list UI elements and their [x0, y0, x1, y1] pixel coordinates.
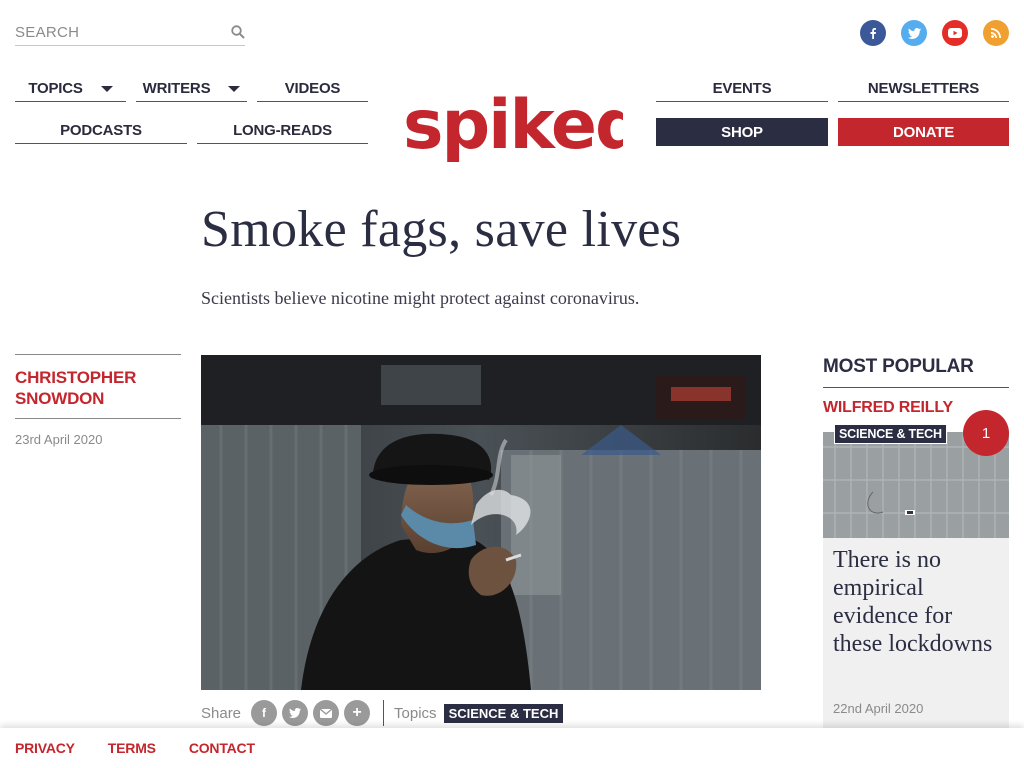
- chevron-down-icon: [228, 85, 241, 92]
- plus-icon[interactable]: +: [344, 700, 371, 726]
- share-label: Share: [201, 704, 242, 722]
- nav-topics-label: TOPICS: [28, 80, 83, 97]
- nav-newsletters[interactable]: NEWSLETTERS: [838, 76, 1009, 102]
- shop-button[interactable]: SHOP: [656, 118, 828, 146]
- article-date: 23rd April 2020: [15, 432, 103, 447]
- footer-privacy-link[interactable]: PRIVACY: [15, 740, 75, 756]
- divider: [383, 700, 385, 726]
- topic-tag[interactable]: SCIENCE & TECH: [443, 703, 564, 723]
- footer-terms-link[interactable]: TERMS: [108, 740, 156, 756]
- twitter-icon[interactable]: [901, 20, 927, 46]
- facebook-icon[interactable]: f: [251, 700, 278, 726]
- search-bar: [15, 20, 245, 46]
- youtube-icon[interactable]: [942, 20, 968, 46]
- share-bar: Share f + Topics SCIENCE & TECH: [201, 700, 564, 726]
- donate-button[interactable]: DONATE: [838, 118, 1009, 146]
- divider: [823, 387, 1009, 388]
- rss-icon[interactable]: [983, 20, 1009, 46]
- article-headline: Smoke fags, save lives: [201, 201, 682, 258]
- nav-videos[interactable]: VIDEOS: [257, 76, 368, 102]
- most-popular-date: 22nd April 2020: [833, 701, 924, 716]
- chevron-down-icon: [100, 85, 113, 92]
- rank-badge: 1: [963, 410, 1009, 456]
- social-links: [860, 20, 1009, 46]
- nav-podcasts[interactable]: PODCASTS: [15, 118, 187, 144]
- svg-text:spiked: spiked: [403, 86, 623, 165]
- topics-label: Topics: [394, 704, 437, 722]
- footer-contact-link[interactable]: CONTACT: [189, 740, 255, 756]
- search-icon[interactable]: [231, 25, 245, 39]
- spiked-logo[interactable]: spiked: [403, 84, 623, 168]
- nav-topics[interactable]: TOPICS: [15, 76, 126, 102]
- nav-writers[interactable]: WRITERS: [136, 76, 247, 102]
- divider: [15, 354, 181, 355]
- nav-videos-label: VIDEOS: [284, 80, 341, 97]
- most-popular-author[interactable]: WILFRED REILLY: [823, 399, 953, 417]
- email-icon[interactable]: [313, 700, 340, 726]
- article-hero-image: [201, 355, 761, 690]
- author-name-line1: CHRISTOPHER: [15, 368, 137, 387]
- nav-writers-label: WRITERS: [142, 80, 211, 97]
- most-popular-title: MOST POPULAR: [823, 356, 974, 377]
- nav-events[interactable]: EVENTS: [656, 76, 828, 102]
- author-name-line2: SNOWDON: [15, 389, 105, 408]
- nav-podcasts-label: PODCASTS: [60, 122, 142, 139]
- facebook-icon[interactable]: [860, 20, 886, 46]
- nav-longreads[interactable]: LONG-READS: [197, 118, 368, 144]
- nav-longreads-label: LONG-READS: [233, 122, 332, 139]
- divider: [15, 418, 181, 419]
- footer: PRIVACY TERMS CONTACT: [0, 728, 1024, 768]
- article-standfirst: Scientists believe nicotine might protec…: [201, 288, 640, 308]
- twitter-icon[interactable]: [282, 700, 309, 726]
- nav-newsletters-label: NEWSLETTERS: [867, 80, 980, 97]
- most-popular-headline[interactable]: There is no empirical evidence for these…: [833, 546, 1003, 658]
- most-popular-tag[interactable]: SCIENCE & TECH: [834, 424, 947, 444]
- nav-events-label: EVENTS: [712, 80, 772, 97]
- author-name[interactable]: CHRISTOPHER SNOWDON: [15, 367, 181, 409]
- search-input[interactable]: [15, 20, 215, 44]
